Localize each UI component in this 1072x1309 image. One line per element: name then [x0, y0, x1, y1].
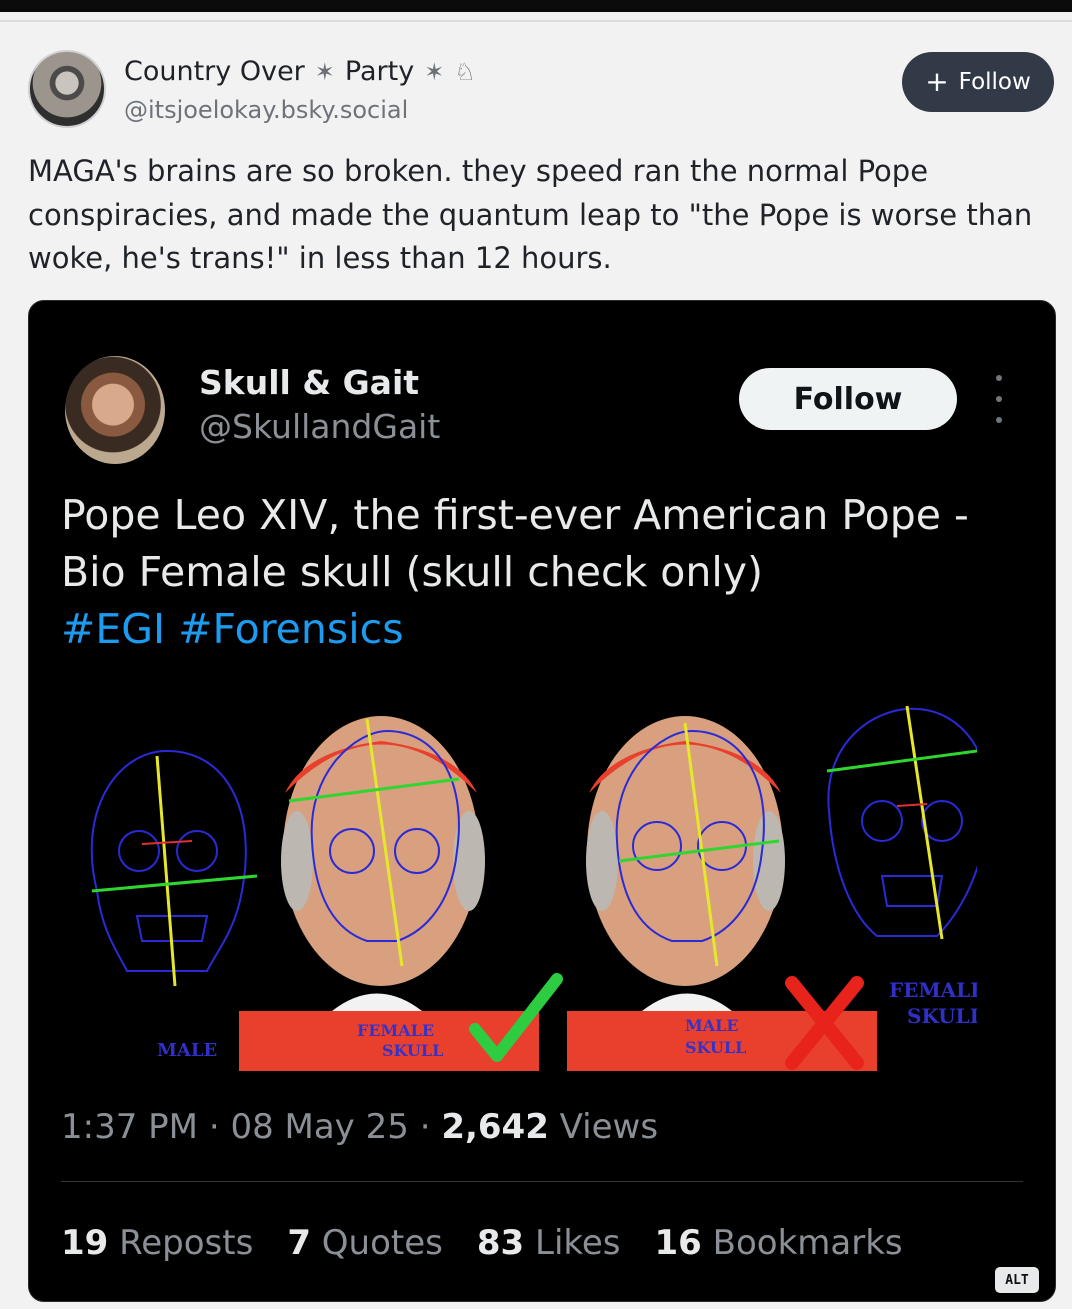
hashtags: #EGI #Forensics — [61, 605, 404, 653]
engagement-stats: 19 Reposts 7 Quotes 83 Likes 16 Bookmark… — [61, 1223, 903, 1263]
embedded-post-card[interactable]: Skull & Gait @SkullandGait Follow Pope L… — [28, 300, 1056, 1302]
plus-icon: + — [925, 65, 949, 98]
author-avatar[interactable] — [28, 50, 106, 128]
post-meta: 1:37 PM · 08 May 25 · 2,642 Views — [61, 1107, 659, 1147]
hashtag-forensics[interactable]: #Forensics — [178, 605, 403, 653]
hashtag-egi[interactable]: #EGI — [61, 605, 165, 653]
embedded-post-body: Pope Leo XIV, the first-ever American Po… — [61, 491, 969, 596]
skull-comparison-image[interactable]: MALE FEMALE SKULL MALE SKULL FEMALE SKUL… — [57, 701, 977, 1071]
male-skull-stamp-b: SKULL — [685, 1038, 746, 1057]
female-skull-stamp-1b: SKULL — [382, 1041, 443, 1060]
author-name-part1: Country Over — [124, 56, 305, 87]
follow-button[interactable]: + Follow — [902, 52, 1054, 112]
male-skull-stamp: MALE — [685, 1016, 739, 1035]
female-horizontal-axis — [826, 749, 977, 773]
author-name-part2: Party — [344, 56, 415, 87]
top-bar — [0, 0, 1072, 12]
stats-divider — [61, 1181, 1023, 1182]
male-vertical-axis — [155, 755, 177, 987]
top-divider — [0, 20, 1072, 22]
views-count: 2,642 — [441, 1107, 549, 1147]
embedded-author-name[interactable]: Skull & Gait — [199, 363, 419, 402]
reposts-stat[interactable]: 19 Reposts — [61, 1223, 253, 1263]
post-time[interactable]: 1:37 PM — [61, 1107, 198, 1147]
embedded-author-avatar[interactable] — [65, 356, 165, 464]
views-label: Views — [559, 1107, 659, 1147]
cardinal-photo-1: FEMALE SKULL — [239, 716, 563, 1071]
female-skull-drawing — [827, 707, 977, 937]
embedded-follow-button[interactable]: Follow — [739, 368, 957, 430]
female-label-line2: SKULL — [907, 1004, 977, 1028]
more-options-icon[interactable] — [989, 375, 1009, 423]
alt-text-badge[interactable]: ALT — [995, 1267, 1039, 1293]
party-popper-icon: ✶ — [314, 57, 335, 86]
party-popper-icon: ✶ — [424, 57, 445, 86]
female-skull-stamp-1: FEMALE — [357, 1021, 434, 1040]
embedded-author-handle[interactable]: @SkullandGait — [199, 407, 440, 446]
male-horizontal-axis — [91, 874, 258, 893]
embedded-post-text: Pope Leo XIV, the first-ever American Po… — [61, 487, 991, 658]
quotes-stat[interactable]: 7 Quotes — [287, 1223, 443, 1263]
female-vertical-axis — [905, 705, 944, 940]
female-label-line1: FEMALE — [889, 978, 977, 1002]
chair-icon: ♘ — [454, 57, 476, 86]
bookmarks-stat[interactable]: 16 Bookmarks — [655, 1223, 903, 1263]
likes-stat[interactable]: 83 Likes — [477, 1223, 621, 1263]
male-skull-drawing — [90, 749, 247, 972]
author-name[interactable]: Country Over ✶ Party ✶ ♘ — [124, 56, 476, 87]
author-handle[interactable]: @itsjoelokay.bsky.social — [124, 96, 408, 124]
male-label: MALE — [157, 1040, 217, 1061]
post-text: MAGA's brains are so broken. they speed … — [28, 154, 1033, 275]
follow-label: Follow — [958, 69, 1031, 95]
post-date[interactable]: 08 May 25 — [230, 1107, 408, 1147]
